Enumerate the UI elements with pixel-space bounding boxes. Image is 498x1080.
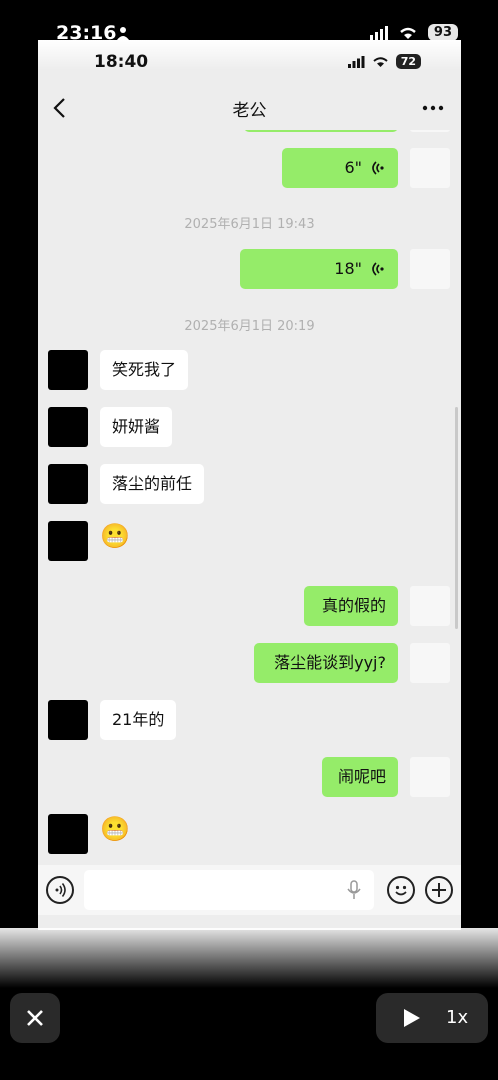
- avatar[interactable]: [410, 148, 450, 188]
- wifi-icon: [400, 27, 416, 39]
- timestamp: 2025年6月1日 19:43: [184, 217, 315, 232]
- avatar[interactable]: [48, 521, 88, 561]
- signal-icon: [369, 25, 388, 40]
- incoming-message-bubble[interactable]: 妍妍酱: [100, 407, 173, 447]
- chat-title: 老公: [232, 101, 267, 121]
- plus-icon: [432, 883, 446, 897]
- voice-message-bubble[interactable]: 6": [282, 148, 398, 188]
- voice-duration: 6": [344, 158, 362, 177]
- chat-header: 老公: [38, 90, 461, 126]
- outgoing-message-bubble[interactable]: 落尘能谈到yyj?: [254, 643, 398, 683]
- outgoing-message-bubble[interactable]: 真的假的: [304, 586, 398, 626]
- inner-status-time: 18:40: [94, 52, 149, 72]
- outer-battery-badge: 93: [427, 24, 458, 41]
- add-attachment-button[interactable]: [425, 876, 453, 904]
- close-icon: [27, 1010, 43, 1026]
- avatar[interactable]: [48, 407, 88, 447]
- voice-duration: 18": [334, 259, 362, 278]
- outer-status-icons: 93: [369, 24, 458, 41]
- voice-input-button[interactable]: [46, 876, 74, 904]
- voice-wave-icon: [55, 883, 66, 897]
- wifi-icon: [373, 57, 388, 67]
- message-input[interactable]: [84, 870, 374, 910]
- more-options-icon[interactable]: [421, 98, 445, 118]
- avatar: [410, 130, 450, 132]
- avatar[interactable]: [410, 586, 450, 626]
- grimace-emoji[interactable]: 😬: [100, 814, 130, 844]
- clipped-message-bubble: [244, 130, 398, 132]
- incoming-message-bubble[interactable]: 笑死我了: [100, 350, 189, 390]
- incoming-message-bubble[interactable]: 21年的: [100, 700, 177, 740]
- avatar[interactable]: [410, 757, 450, 797]
- avatar[interactable]: [410, 643, 450, 683]
- voice-wave-icon: [372, 161, 384, 175]
- voice-message-bubble[interactable]: 18": [240, 249, 398, 289]
- playback-controls: 1x: [376, 993, 488, 1043]
- avatar[interactable]: [48, 700, 88, 740]
- close-button[interactable]: [10, 993, 60, 1043]
- chat-screen: 18:40 72 老公 6" 2025年6月1日 19:43 18" 2025年…: [38, 40, 461, 930]
- microphone-icon[interactable]: [346, 880, 362, 900]
- input-bar: [38, 865, 461, 915]
- scrollbar[interactable]: [455, 407, 458, 629]
- person-icon: [117, 27, 129, 40]
- timestamp: 2025年6月1日 20:19: [184, 319, 315, 334]
- play-icon[interactable]: [400, 1007, 422, 1029]
- inner-status-icons: 72: [347, 54, 421, 69]
- message-list[interactable]: 6" 2025年6月1日 19:43 18" 2025年6月1日 20:19 笑…: [38, 130, 461, 860]
- smiley-icon: [395, 885, 407, 896]
- signal-icon: [347, 55, 365, 68]
- inner-status-bar: 18:40 72: [38, 52, 461, 74]
- avatar[interactable]: [48, 464, 88, 504]
- voice-wave-icon: [372, 262, 384, 276]
- inner-battery-badge: 72: [395, 54, 421, 69]
- outgoing-message-bubble[interactable]: 闹呢吧: [322, 757, 398, 797]
- avatar[interactable]: [48, 814, 88, 854]
- avatar[interactable]: [410, 249, 450, 289]
- avatar[interactable]: [48, 350, 88, 390]
- emoji-button[interactable]: [387, 876, 415, 904]
- incoming-message-bubble[interactable]: 落尘的前任: [100, 464, 205, 504]
- grimace-emoji[interactable]: 😬: [100, 521, 130, 551]
- playback-speed-button[interactable]: 1x: [446, 1007, 468, 1028]
